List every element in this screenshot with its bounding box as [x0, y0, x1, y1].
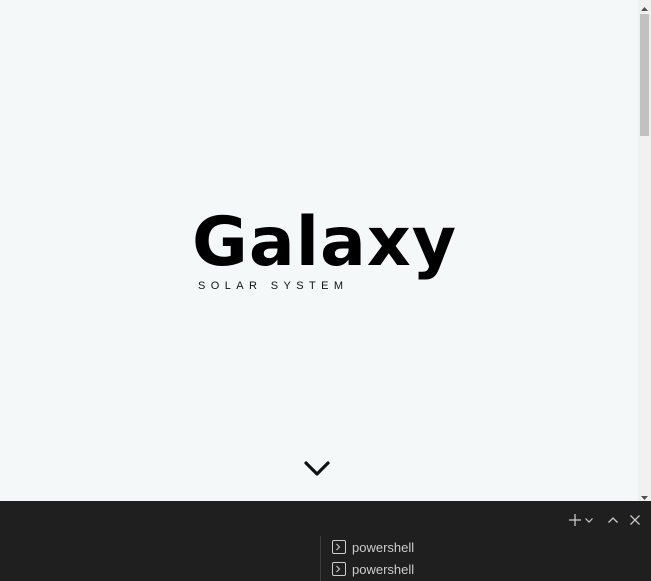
- scroll-down-arrow[interactable]: [638, 489, 651, 501]
- scrollbar-thumb[interactable]: [640, 14, 649, 136]
- plus-icon: [569, 514, 581, 526]
- close-panel-button[interactable]: [627, 512, 643, 528]
- terminal-icon: [332, 540, 346, 554]
- terminal-tab[interactable]: powershell: [321, 558, 651, 580]
- chevron-down-icon: [585, 518, 593, 523]
- terminal-tab-list: powershell powershell: [320, 536, 651, 581]
- chevron-up-icon: [608, 517, 618, 523]
- terminal-panel: powershell powershell: [0, 501, 651, 581]
- hero-subtitle: SOLAR SYSTEM: [198, 280, 349, 292]
- scroll-up-arrow[interactable]: [638, 0, 651, 12]
- web-page-viewport: Galaxy SOLAR SYSTEM: [0, 0, 638, 501]
- new-terminal-button[interactable]: [567, 512, 583, 528]
- terminal-tab-label: powershell: [352, 561, 415, 577]
- vertical-scrollbar[interactable]: [638, 0, 651, 501]
- maximize-panel-button[interactable]: [605, 512, 621, 528]
- terminal-dropdown-button[interactable]: [583, 512, 595, 528]
- hero-title: Galaxy: [192, 203, 458, 282]
- close-icon: [630, 515, 640, 525]
- terminal-tab-label: powershell: [352, 539, 415, 555]
- scroll-down-button[interactable]: [303, 458, 331, 480]
- panel-actions: [567, 511, 643, 529]
- terminal-tab[interactable]: powershell: [321, 536, 651, 558]
- terminal-icon: [332, 562, 346, 576]
- chevron-down-icon: [304, 461, 330, 476]
